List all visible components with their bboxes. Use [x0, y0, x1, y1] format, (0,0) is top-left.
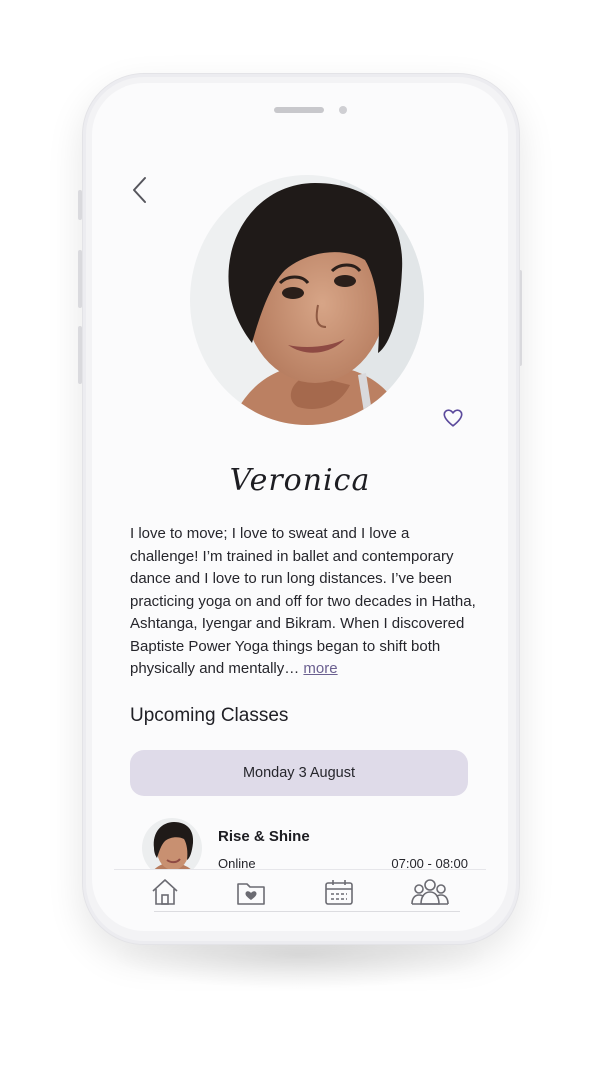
instructor-bio: I love to move; I love to sweat and I lo…	[130, 523, 476, 681]
bio-text: I love to move; I love to sweat and I lo…	[130, 525, 476, 677]
phone-speaker	[274, 107, 324, 113]
phone-screen: Veronica I love to move; I love to sweat…	[92, 83, 508, 931]
tab-community[interactable]	[410, 876, 450, 908]
app-mockup: Veronica I love to move; I love to sweat…	[0, 0, 600, 1073]
more-link[interactable]: more	[303, 660, 337, 677]
favorite-button[interactable]	[442, 407, 464, 429]
calendar-icon	[325, 880, 353, 905]
phone-camera	[339, 106, 347, 114]
date-label: Monday 3 August	[242, 765, 356, 781]
class-title: Rise & Shine	[218, 828, 310, 845]
tab-home[interactable]	[148, 876, 182, 908]
tab-bar-divider	[154, 911, 460, 912]
upcoming-classes-heading: Upcoming Classes	[130, 705, 289, 726]
back-button[interactable]	[130, 175, 152, 205]
instructor-name: Veronica	[229, 463, 371, 498]
chevron-left-icon	[133, 177, 146, 203]
bottom-tab-bar	[114, 869, 486, 916]
favorites-folder-icon	[237, 883, 265, 905]
tab-favorites[interactable]	[234, 876, 268, 908]
date-selector[interactable]: Monday 3 August	[130, 750, 468, 796]
profile-photo	[190, 175, 424, 425]
home-icon	[152, 879, 178, 905]
community-icon	[411, 879, 449, 905]
heart-outline-icon	[443, 409, 463, 427]
tab-schedule[interactable]	[322, 876, 356, 908]
